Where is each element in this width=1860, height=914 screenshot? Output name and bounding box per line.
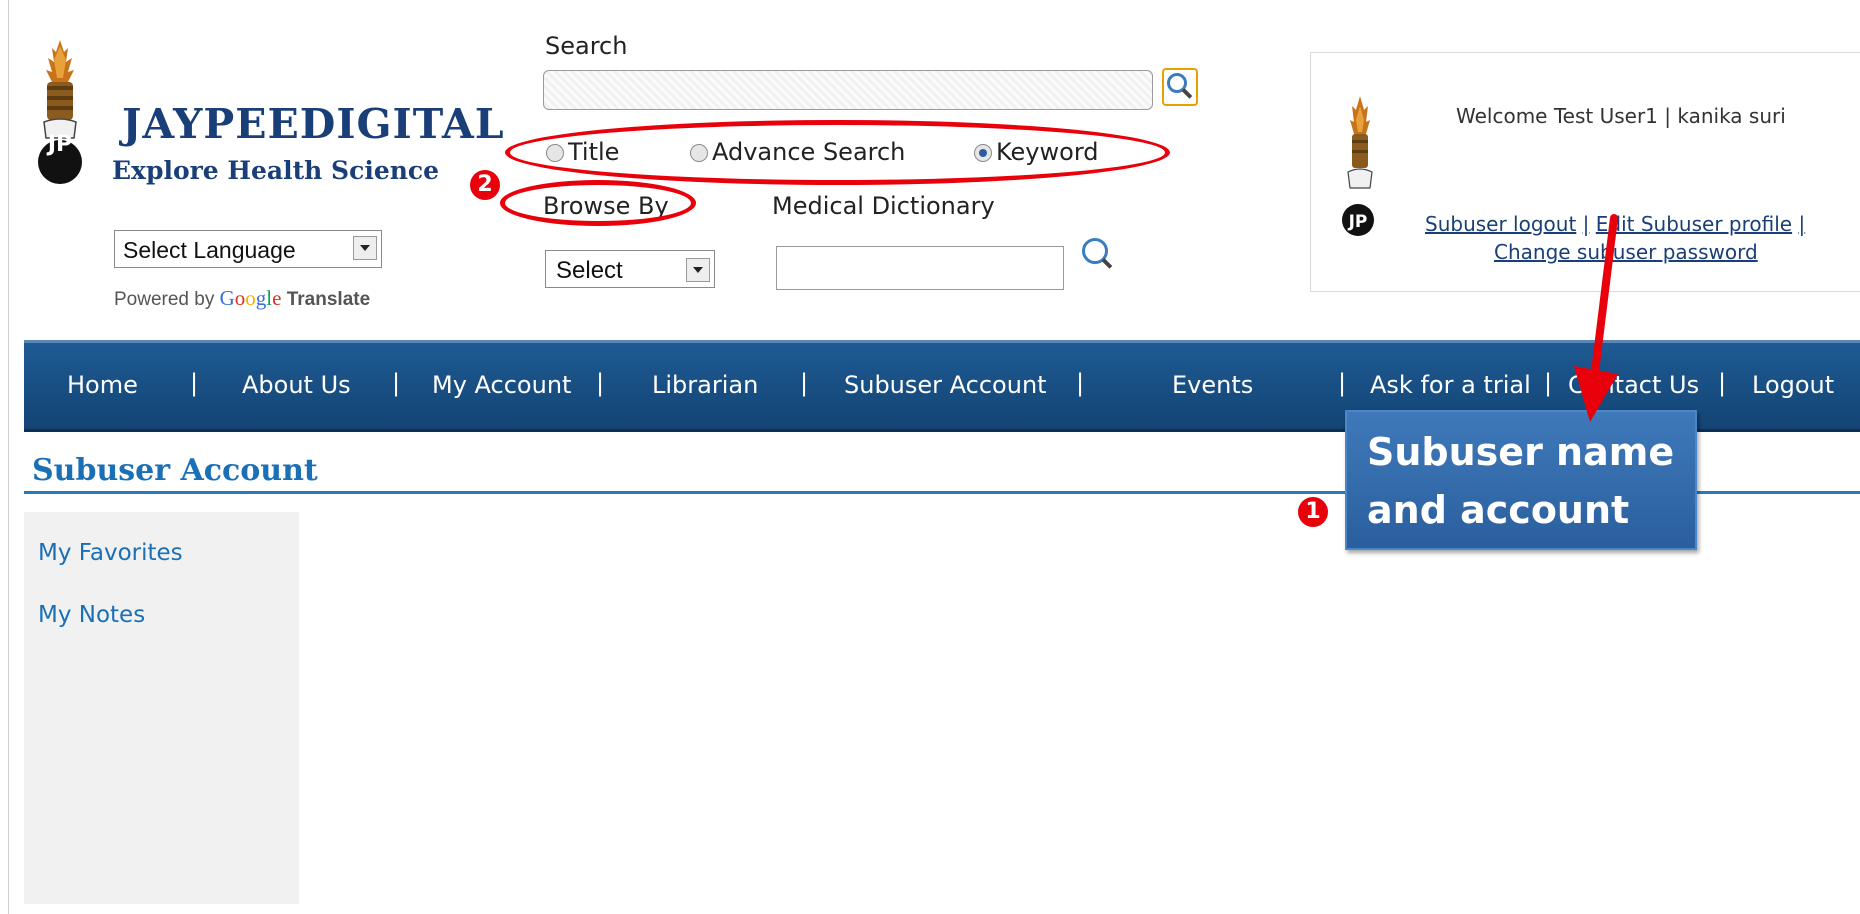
annotation-callout: Subuser name and account [1345,410,1697,550]
google-logo: Google [219,286,282,310]
powered-by-text: Powered by [114,289,215,310]
nav-separator: | [1544,369,1553,397]
search-button[interactable] [1162,68,1198,106]
jp-torch-small-icon: JP [1342,96,1374,236]
page-title: Subuser Account [32,453,318,488]
nav-separator: | [596,369,605,397]
nav-logout[interactable]: Logout [1752,371,1834,399]
callout-line-1: Subuser name [1367,430,1675,474]
annotation-oval-search-options [505,120,1170,185]
sidebar-item-my-notes[interactable]: My Notes [38,602,145,628]
link-separator: | [1798,212,1806,236]
chevron-down-icon[interactable] [686,258,710,282]
nav-separator: | [392,369,401,397]
nav-my-account[interactable]: My Account [432,371,571,399]
medical-dictionary-label: Medical Dictionary [772,192,995,220]
sidebar-item-my-favorites[interactable]: My Favorites [38,540,183,566]
page-left-border [8,0,9,914]
nav-home[interactable]: Home [67,371,138,399]
callout-line-2: and account [1367,488,1630,532]
medical-dictionary-input[interactable] [776,246,1064,290]
language-select-value: Select Language [123,237,296,263]
nav-subuser-account[interactable]: Subuser Account [844,371,1047,399]
dictionary-search-icon[interactable] [1082,238,1118,274]
annotation-oval-browse-by [500,180,696,226]
annotation-badge-2: 2 [470,170,500,200]
jp-torch-logo-icon [38,40,82,184]
nav-librarian[interactable]: Librarian [652,371,758,399]
translate-text: Translate [286,289,371,310]
nav-separator: | [1076,369,1085,397]
sidebar: My Favorites My Notes [24,512,299,904]
nav-separator: | [1338,369,1347,397]
annotation-badge-1: 1 [1298,497,1328,527]
brand-tagline: Explore Health Science [112,156,440,185]
google-translate-credit[interactable]: Powered by Google Translate [114,286,370,311]
brand-name[interactable]: JAYPEEDIGITAL [122,100,505,148]
search-input[interactable] [543,70,1153,110]
welcome-message: Welcome Test User1 | kanika suri [1456,104,1786,128]
nav-separator: | [800,369,809,397]
nav-separator: | [1718,369,1727,397]
chevron-down-icon[interactable] [353,236,377,260]
search-icon [1167,73,1195,101]
language-select[interactable]: Select Language [114,230,382,268]
nav-about-us[interactable]: About Us [242,371,351,399]
nav-ask-for-a-trial[interactable]: Ask for a trial [1370,371,1531,399]
jp-logo-letters: JP [47,132,73,157]
subuser-logout-link[interactable]: Subuser logout [1425,212,1576,236]
annotation-arrow [1574,214,1618,422]
browse-by-select-value: Select [556,257,623,284]
nav-events[interactable]: Events [1172,371,1253,399]
browse-by-select[interactable]: Select [545,250,715,288]
nav-separator: | [190,369,199,397]
search-label: Search [545,32,628,60]
svg-text:JP: JP [1348,212,1368,232]
